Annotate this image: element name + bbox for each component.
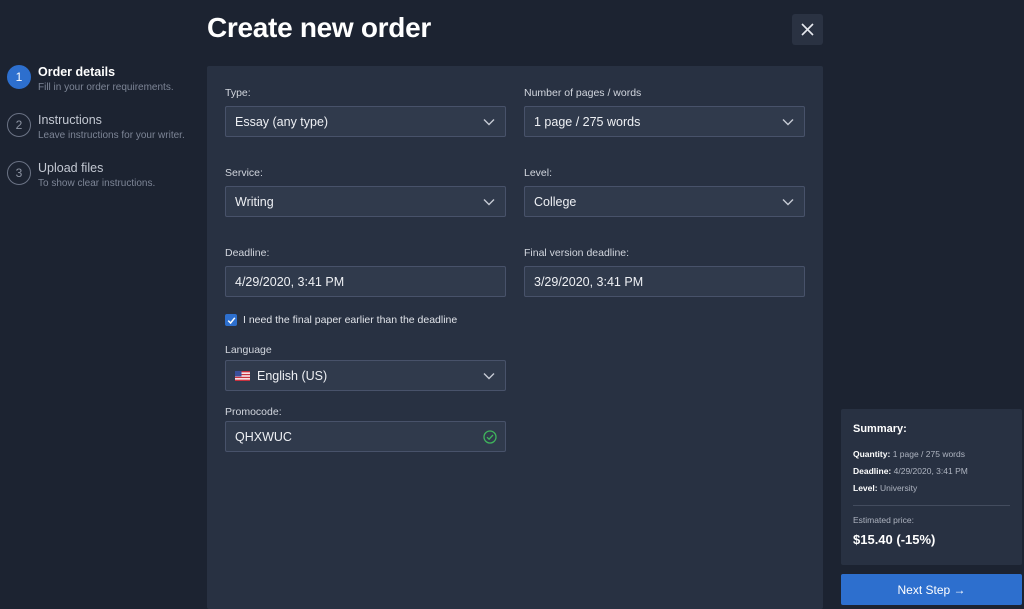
service-label: Service:: [225, 167, 263, 179]
summary-deadline: Deadline: 4/29/2020, 3:41 PM: [853, 466, 968, 476]
close-icon: [801, 23, 814, 36]
level-field: Level: College: [524, 166, 805, 217]
type-select[interactable]: Essay (any type): [225, 106, 506, 137]
chevron-down-icon: [782, 119, 794, 126]
chevron-down-icon: [483, 373, 495, 380]
summary-level: Level: University: [853, 483, 918, 493]
language-field: Language English (US): [225, 343, 506, 391]
step-number: 1: [7, 65, 31, 89]
type-label: Type:: [225, 87, 251, 99]
chevron-down-icon: [483, 199, 495, 206]
deadline-label: Deadline:: [225, 247, 270, 259]
promocode-label: Promocode:: [225, 406, 282, 418]
step-title: Upload files: [38, 161, 104, 175]
level-select[interactable]: College: [524, 186, 805, 217]
chevron-down-icon: [782, 199, 794, 206]
level-value: College: [534, 194, 577, 209]
summary-quantity: Quantity: 1 page / 275 words: [853, 449, 965, 459]
divider: [853, 505, 1010, 506]
language-select[interactable]: English (US): [225, 360, 506, 391]
order-summary: Summary: Quantity: 1 page / 275 words De…: [841, 409, 1022, 565]
page-title: Create new order: [207, 12, 431, 43]
type-field: Type: Essay (any type): [225, 86, 506, 137]
chevron-down-icon: [483, 119, 495, 126]
early-deadline-option[interactable]: I need the final paper earlier than the …: [225, 314, 457, 326]
language-label: Language: [225, 344, 272, 356]
final-deadline-input[interactable]: 3/29/2020, 3:41 PM: [524, 266, 805, 297]
promocode-field: Promocode: QHXWUC: [225, 405, 506, 452]
step-instructions[interactable]: 2 Instructions Leave instructions for yo…: [7, 112, 202, 160]
order-form-panel: Type: Essay (any type) Number of pages /…: [207, 66, 823, 609]
service-value: Writing: [235, 194, 274, 209]
service-field: Service: Writing: [225, 166, 506, 217]
step-number: 3: [7, 161, 31, 185]
step-title: Instructions: [38, 113, 102, 127]
promocode-input[interactable]: QHXWUC: [225, 421, 506, 452]
type-value: Essay (any type): [235, 114, 329, 129]
final-deadline-label: Final version deadline:: [524, 247, 630, 259]
next-step-button[interactable]: Next Step →: [841, 574, 1022, 605]
promocode-value: QHXWUC: [235, 429, 292, 444]
step-title: Order details: [38, 65, 116, 79]
check-circle-icon: [483, 430, 497, 444]
pages-value: 1 page / 275 words: [534, 114, 641, 129]
summary-title: Summary:: [853, 423, 907, 435]
final-deadline-field: Final version deadline: 3/29/2020, 3:41 …: [524, 246, 805, 297]
close-button[interactable]: [792, 14, 823, 45]
pages-select[interactable]: 1 page / 275 words: [524, 106, 805, 137]
pages-label: Number of pages / words: [524, 87, 642, 99]
estimated-price: $15.40 (-15%): [853, 532, 936, 547]
deadline-value: 4/29/2020, 3:41 PM: [235, 274, 345, 289]
step-subtitle: Fill in your order requirements.: [38, 82, 174, 93]
early-deadline-checkbox[interactable]: [225, 314, 237, 326]
deadline-input[interactable]: 4/29/2020, 3:41 PM: [225, 266, 506, 297]
level-label: Level:: [524, 167, 553, 179]
step-subtitle: Leave instructions for your writer.: [38, 130, 185, 141]
estimated-price-label: Estimated price:: [853, 515, 914, 525]
step-upload-files[interactable]: 3 Upload files To show clear instruction…: [7, 160, 202, 208]
language-value: English (US): [257, 368, 328, 383]
final-deadline-value: 3/29/2020, 3:41 PM: [534, 274, 644, 289]
us-flag-icon: [235, 370, 250, 381]
steps-sidebar: 1 Order details Fill in your order requi…: [7, 64, 202, 208]
service-select[interactable]: Writing: [225, 186, 506, 217]
step-subtitle: To show clear instructions.: [38, 178, 156, 189]
early-deadline-label: I need the final paper earlier than the …: [243, 314, 458, 326]
step-number: 2: [7, 113, 31, 137]
deadline-field: Deadline: 4/29/2020, 3:41 PM: [225, 246, 506, 297]
pages-field: Number of pages / words 1 page / 275 wor…: [524, 86, 805, 137]
checkmark-icon: [227, 316, 235, 324]
step-order-details[interactable]: 1 Order details Fill in your order requi…: [7, 64, 202, 112]
